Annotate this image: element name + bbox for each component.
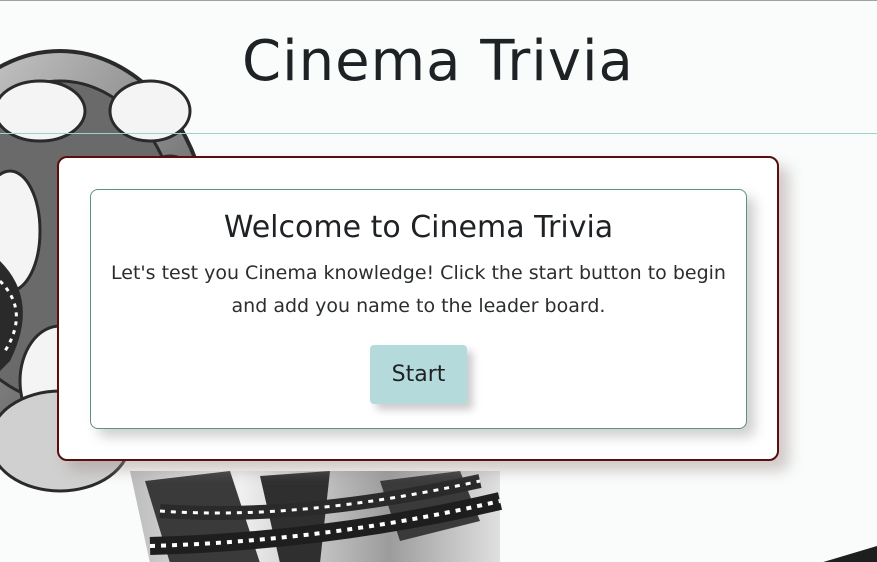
- welcome-description: Let's test you Cinema knowledge! Click t…: [111, 262, 726, 317]
- start-button[interactable]: Start: [370, 345, 467, 404]
- welcome-heading: Welcome to Cinema Trivia: [223, 210, 614, 245]
- page: Cinema Trivia Welcome to Cinema Trivia L…: [0, 0, 877, 562]
- site-title: Cinema Trivia: [242, 29, 634, 94]
- site-header: Cinema Trivia: [0, 1, 877, 134]
- film-can-icon: [130, 471, 503, 562]
- welcome-panel: Welcome to Cinema Trivia Let's test you …: [57, 156, 779, 461]
- welcome-card: Welcome to Cinema Trivia Let's test you …: [90, 189, 747, 429]
